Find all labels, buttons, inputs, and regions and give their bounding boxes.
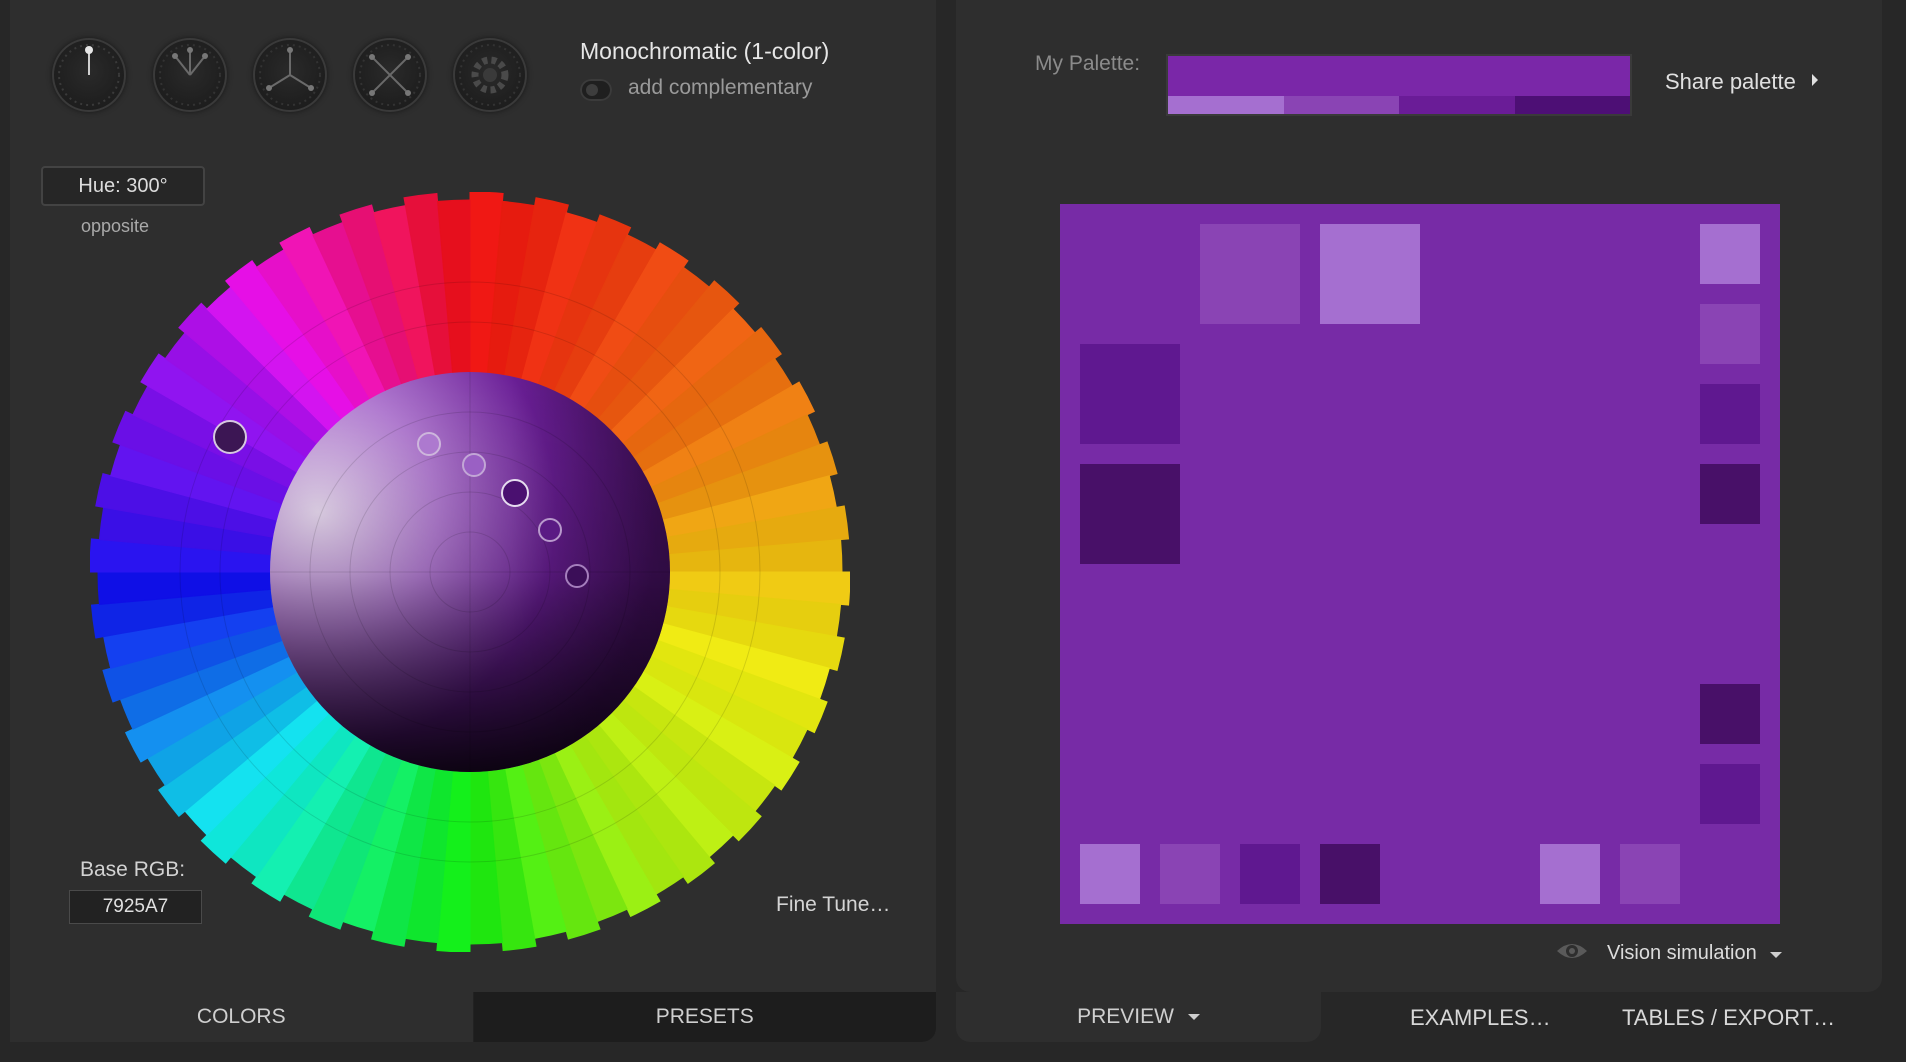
shade-point[interactable] xyxy=(565,564,589,588)
left-tabs: COLORS PRESETS xyxy=(10,992,936,1042)
shade-point[interactable] xyxy=(462,453,486,477)
chevron-down-icon xyxy=(1187,1014,1200,1021)
freestyle-gear-icon[interactable] xyxy=(453,38,527,112)
adjacent-scheme-icon[interactable] xyxy=(153,38,227,112)
preview-swatch xyxy=(1540,844,1600,904)
triad-scheme-icon[interactable] xyxy=(253,38,327,112)
tab-preview[interactable]: PREVIEW xyxy=(956,992,1321,1042)
preview-swatch xyxy=(1620,844,1680,904)
palette-shade[interactable] xyxy=(1283,96,1399,114)
palette-shade[interactable] xyxy=(1168,96,1284,114)
palette-label: My Palette: xyxy=(1035,52,1141,75)
preview-swatch xyxy=(1700,304,1760,364)
complement-label: add complementary xyxy=(628,76,813,99)
preview-swatch xyxy=(1700,464,1760,524)
preview-swatch xyxy=(1700,764,1760,824)
preview-swatch xyxy=(1200,224,1300,324)
fine-tune-link[interactable]: Fine Tune… xyxy=(776,893,890,917)
mono-scheme-icon[interactable] xyxy=(52,38,126,112)
preview-swatch xyxy=(1080,844,1140,904)
tab-presets[interactable]: PRESETS xyxy=(473,992,936,1042)
eye-icon[interactable] xyxy=(1556,940,1588,962)
color-wheel[interactable] xyxy=(90,192,850,952)
tab-tables-export[interactable]: TABLES / EXPORT… xyxy=(1622,1005,1835,1031)
complement-toggle[interactable] xyxy=(580,79,612,101)
preview-swatch xyxy=(1160,844,1220,904)
tab-preview-label: PREVIEW xyxy=(1077,1005,1174,1028)
palette-shades xyxy=(1168,96,1630,114)
chevron-down-icon[interactable] xyxy=(1770,952,1782,958)
palette-shade[interactable] xyxy=(1514,96,1630,114)
base-color-point[interactable] xyxy=(501,479,529,507)
scheme-title: Monochromatic (1-color) xyxy=(580,38,830,64)
preview-swatch xyxy=(1320,844,1380,904)
preview-swatch xyxy=(1080,464,1180,564)
palette-bar[interactable] xyxy=(1166,54,1632,116)
palette-shade[interactable] xyxy=(1399,96,1515,114)
base-rgb-label: Base RGB: xyxy=(80,858,186,881)
hue-handle[interactable] xyxy=(213,420,247,454)
preview-swatch xyxy=(1700,224,1760,284)
tab-examples[interactable]: EXAMPLES… xyxy=(1410,1005,1551,1031)
shade-point[interactable] xyxy=(538,518,562,542)
shade-point[interactable] xyxy=(417,432,441,456)
share-palette-button[interactable]: Share palette xyxy=(1665,69,1796,95)
preview-swatch xyxy=(1700,684,1760,744)
preview-canvas xyxy=(1060,204,1780,924)
preview-swatch xyxy=(1700,384,1760,444)
tetrad-scheme-icon[interactable] xyxy=(353,38,427,112)
chevron-right-icon[interactable] xyxy=(1812,74,1818,86)
preview-swatch xyxy=(1320,224,1420,324)
base-rgb-input[interactable]: 7925A7 xyxy=(69,890,202,924)
preview-swatch xyxy=(1080,344,1180,444)
vision-simulation-button[interactable]: Vision simulation xyxy=(1607,942,1757,965)
preview-swatch xyxy=(1240,844,1300,904)
tab-colors[interactable]: COLORS xyxy=(10,992,474,1042)
